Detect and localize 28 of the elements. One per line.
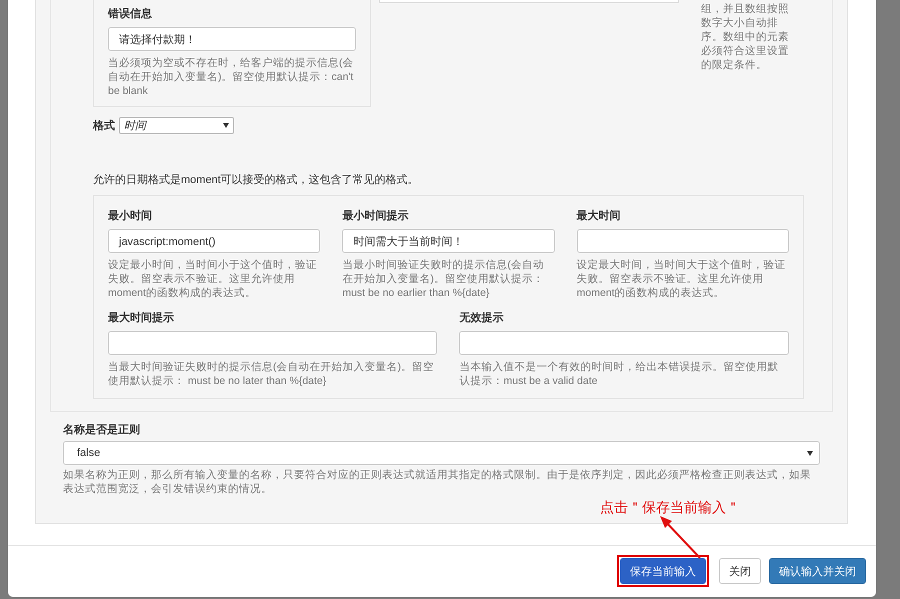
format-note: 允许的日期格式是moment可以接受的格式，这包含了常见的格式。 [93,172,420,187]
help-text: 当必须项为空或不存在时，给客户端的提示信息(会自动在开始加入变量名)。留空使用默认提示：can't be blank [108,56,354,98]
field-label: 无效提示 [459,311,504,325]
confirm-button[interactable]: 确认输入并关闭 [769,558,866,584]
caret-icon [223,123,229,128]
format-select[interactable]: 时间 [119,117,234,134]
field-label: 最大时间 [576,208,622,223]
help-text: 设定最小时间，当时间小于这个值时，验证失败。留空表示不验证。这里允许使用moment的函数构成的表达式。 [108,258,318,300]
input-field[interactable]: 时间需大于当前时间！ [342,229,555,253]
help-text: 当本输入值不是一个有效的时间时，给出本错误提示。留空使用默认提示：must be a valid date [459,360,780,388]
field-label: 格式 [93,118,115,133]
field-label: 最小时间提示 [342,208,410,223]
help-text: 当最大时间验证失败时的提示信息(会自动在开始加入变量名)。留空使用默认提示： must be no later than %{date} [108,360,435,388]
caret-icon [807,450,813,456]
help-text: 组，并且数组按照数字大小自动排序。数组中的元素必须符合这里设置的限定条件。 [701,2,790,73]
save-button[interactable]: 保存当前输入 [620,558,706,584]
field-label: 错误信息 [108,6,153,21]
field-label: 最大时间提示 [108,310,175,325]
annotation-text: 点击＂保存当前输入＂ [600,499,740,517]
field-label: 最小时间 [108,208,153,223]
input-field[interactable]: 请选择付款期！ [108,27,356,51]
help-text: 设定最大时间，当时间大于这个值时，验证失败。留空表示不验证。这里允许使用moment的函数构成的表达式。 [576,258,787,300]
input-field[interactable]: javascript:moment() [108,229,320,253]
help-text: 当最小时间验证失败时的提示信息(会自动在开始加入变量名)。留空使用默认提示： must be no earlier than %{date} [342,258,545,300]
field-label: 名称是否是正则 [63,422,141,437]
regex-select[interactable]: false [63,441,820,465]
help-text: 如果名称为正则，那么所有输入变量的名称，只要符合对应的正则表达式就适用其指定的格式限制。由于是依序判定，因此必须严格检查正则表达式，如果表达式范围宽泛，会引发错误约束的情况。 [63,468,812,496]
close-button[interactable]: 关闭 [719,558,761,584]
